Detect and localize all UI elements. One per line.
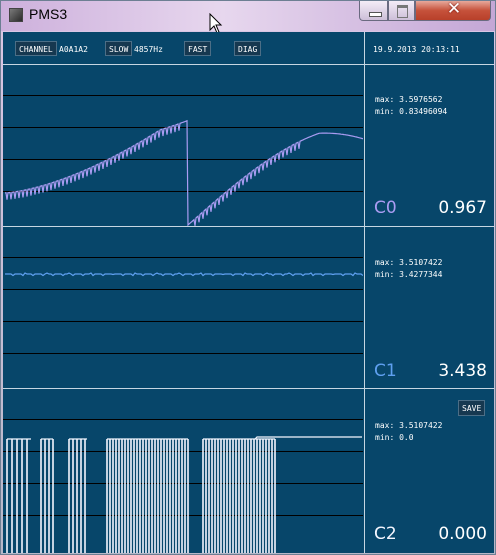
c0-min: min: 0.83496094 <box>375 107 448 116</box>
c2-label: C2 <box>374 524 397 544</box>
c0-label: C0 <box>374 198 397 218</box>
panel-divider <box>364 32 365 553</box>
app-icon <box>9 8 23 22</box>
minimize-button[interactable] <box>359 1 388 21</box>
app-window: PMS3 ✕ CHANNEL A0A1A2 SLOW 4857Hz FAST D… <box>0 0 496 555</box>
c1-max: max: 3.5107422 <box>375 258 443 267</box>
fast-button[interactable]: FAST <box>184 41 212 56</box>
title-bar[interactable]: PMS3 ✕ <box>1 0 495 34</box>
slow-button[interactable]: SLOW <box>105 41 133 56</box>
c2-value: 0.000 <box>438 524 487 544</box>
sample-rate: 4857Hz <box>134 45 163 54</box>
c1-label: C1 <box>374 361 397 381</box>
diag-button[interactable]: DIAG <box>234 41 262 56</box>
minimize-icon <box>369 12 382 17</box>
plot-c1 <box>3 227 363 388</box>
c1-value: 3.438 <box>438 361 487 381</box>
c2-max: max: 3.5107422 <box>375 421 443 430</box>
window-title: PMS3 <box>29 6 68 22</box>
plot-c2 <box>3 389 363 553</box>
c1-min: min: 3.4277344 <box>375 270 443 279</box>
channel-button[interactable]: CHANNEL <box>15 41 57 56</box>
c2-min: min: 0.0 <box>375 433 414 442</box>
waveform-c1 <box>5 272 363 277</box>
waveform-c0 <box>4 119 363 226</box>
c0-max: max: 3.5976562 <box>375 95 443 104</box>
channel-selection: A0A1A2 <box>59 45 88 54</box>
maximize-button[interactable] <box>388 1 415 21</box>
plot-c0 <box>3 65 363 226</box>
client-area: CHANNEL A0A1A2 SLOW 4857Hz FAST DIAG 19.… <box>3 32 494 553</box>
close-icon: ✕ <box>446 0 462 19</box>
c0-value: 0.967 <box>438 198 487 218</box>
maximize-icon <box>397 5 408 18</box>
waveform-c2 <box>6 436 362 553</box>
close-button[interactable]: ✕ <box>415 0 491 21</box>
timestamp: 19.9.2013 20:13:11 <box>373 45 460 54</box>
save-button[interactable]: SAVE <box>458 400 486 416</box>
